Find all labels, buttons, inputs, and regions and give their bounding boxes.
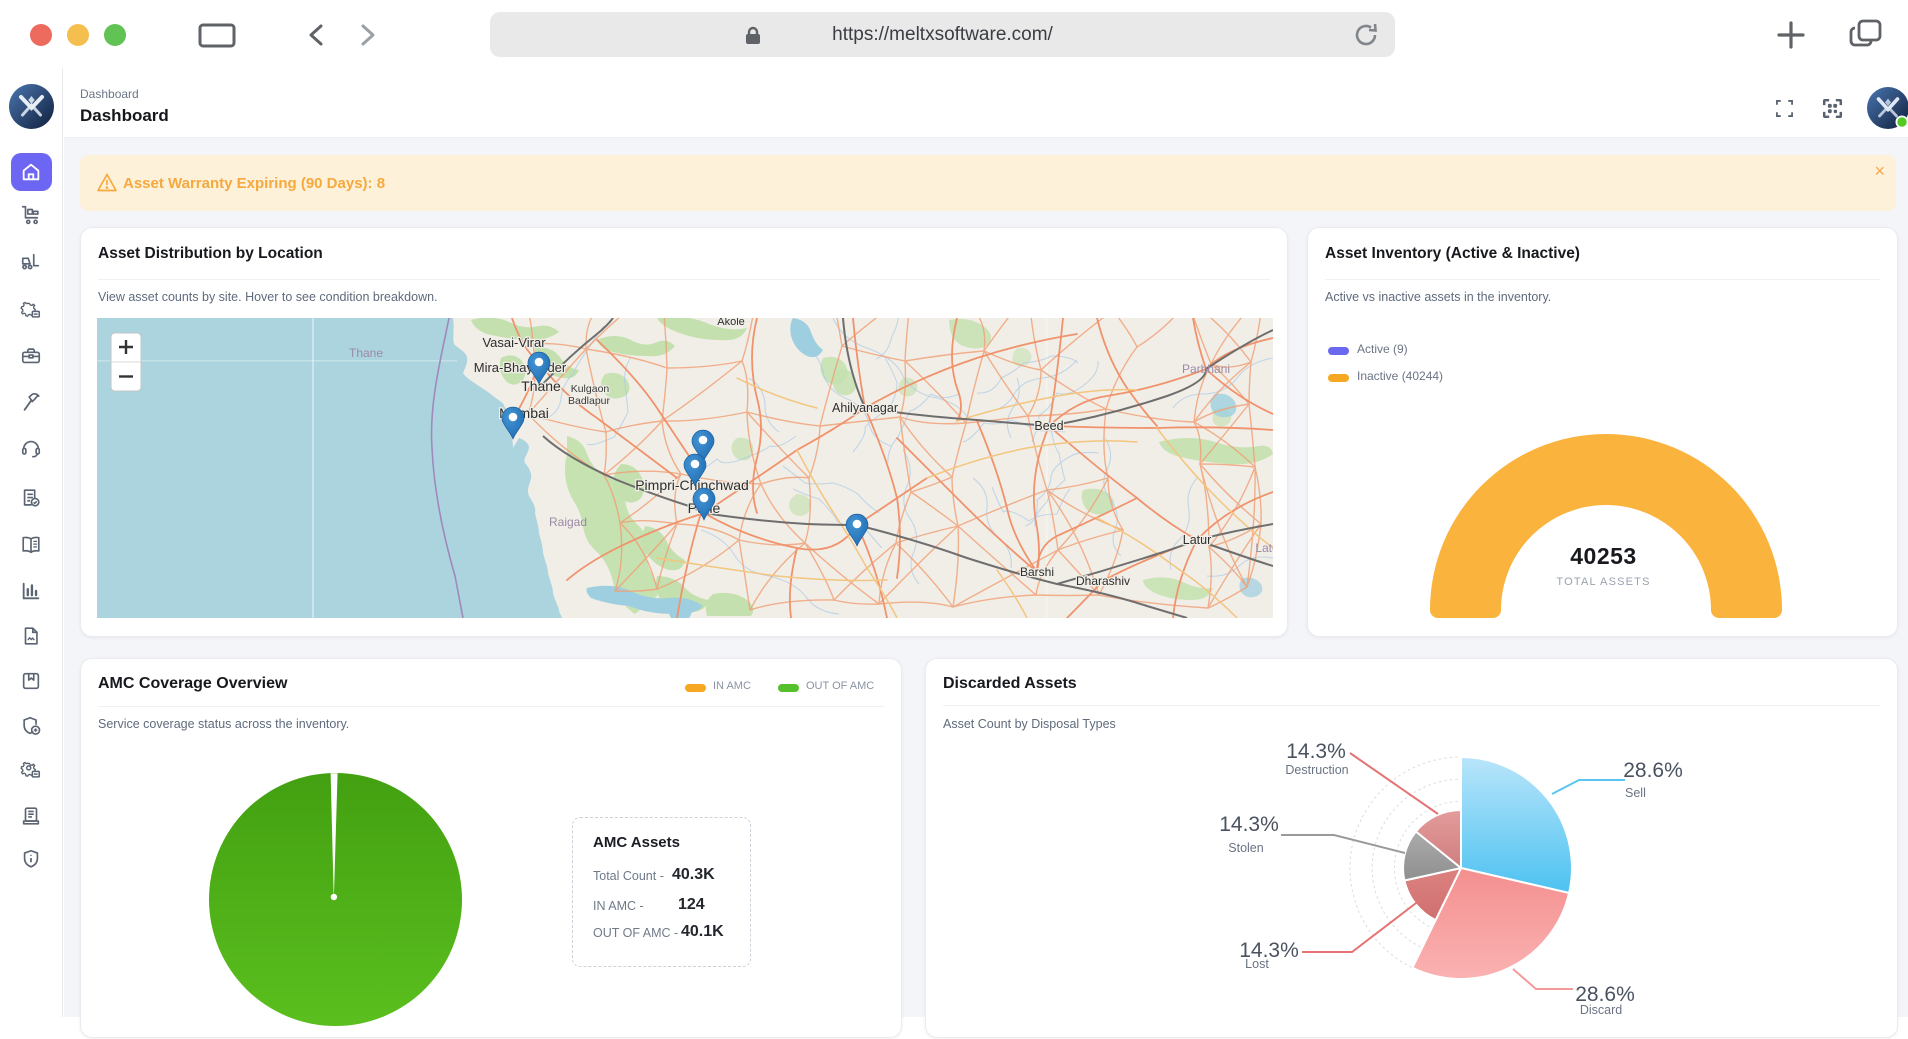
svg-text:Discard: Discard xyxy=(1580,1003,1622,1017)
svg-text:14.3%: 14.3% xyxy=(1286,740,1346,763)
svg-text:Lost: Lost xyxy=(1245,957,1269,971)
svg-text:Thane: Thane xyxy=(349,346,383,360)
svg-text:Beed: Beed xyxy=(1034,419,1063,433)
svg-text:Latur: Latur xyxy=(1183,533,1212,547)
svg-text:Ahilyanagar: Ahilyanagar xyxy=(832,401,898,415)
svg-text:Raigad: Raigad xyxy=(549,515,587,529)
svg-text:Badlapur: Badlapur xyxy=(568,395,611,407)
svg-text:28.6%: 28.6% xyxy=(1623,759,1683,782)
svg-text:Akole: Akole xyxy=(717,318,745,328)
svg-text:Parbhani: Parbhani xyxy=(1182,362,1230,376)
svg-text:14.3%: 14.3% xyxy=(1219,813,1279,836)
svg-text:Mira-Bhayander: Mira-Bhayander xyxy=(474,360,567,375)
svg-text:Kulgaon: Kulgaon xyxy=(571,383,610,395)
svg-text:Sell: Sell xyxy=(1625,786,1646,800)
svg-text:Barshi: Barshi xyxy=(1020,565,1054,579)
svg-text:Destruction: Destruction xyxy=(1285,763,1348,777)
svg-text:Stolen: Stolen xyxy=(1228,841,1263,855)
svg-text:Latur: Latur xyxy=(1255,541,1273,555)
svg-text:Dharashiv: Dharashiv xyxy=(1076,574,1130,588)
svg-text:Vasai-Virar: Vasai-Virar xyxy=(482,335,546,350)
